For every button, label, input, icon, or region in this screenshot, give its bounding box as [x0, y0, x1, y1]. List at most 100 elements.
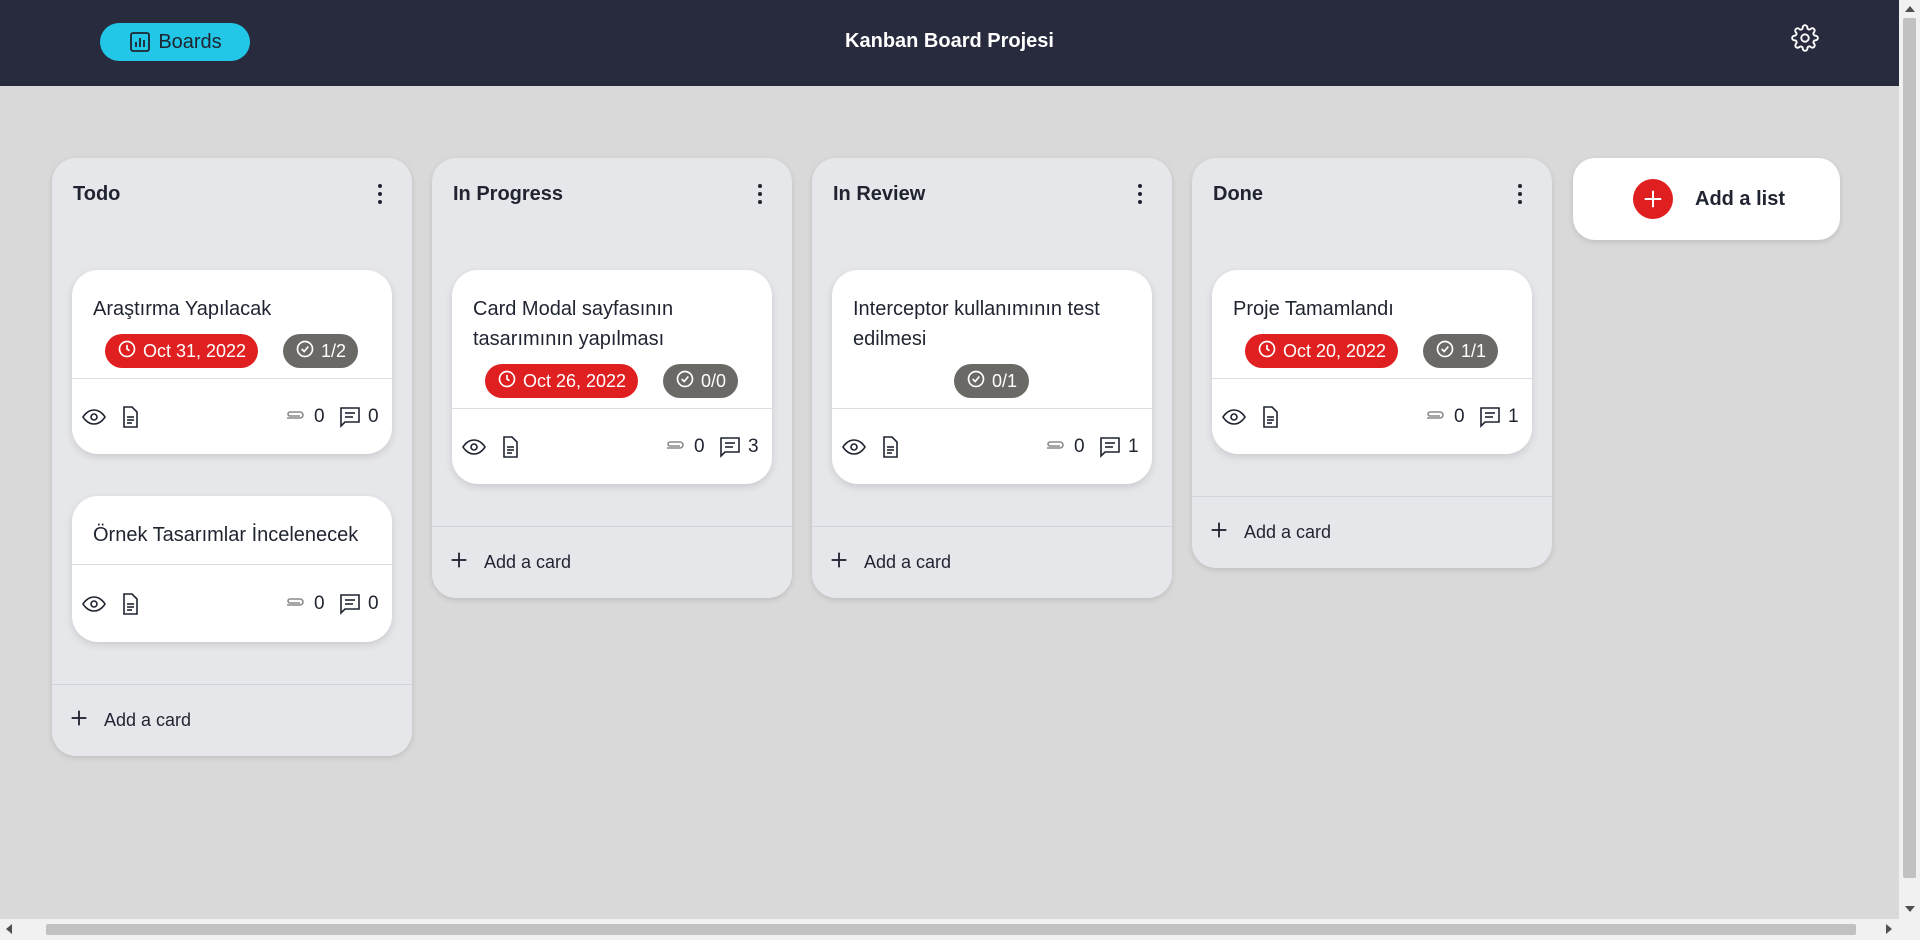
card-list: Card Modal sayfasının tasarımının yapılm… [432, 230, 792, 484]
document-icon[interactable] [118, 592, 142, 616]
comment-count: 3 [748, 435, 759, 457]
attachment-count: 0 [314, 592, 325, 614]
comment-count: 0 [368, 592, 379, 614]
add-card-button[interactable]: Add a card [812, 526, 1172, 598]
card[interactable]: Araştırma Yapılacak Oct 31, 2022 1/2 0 0 [72, 270, 392, 454]
paperclip-icon [284, 592, 308, 616]
card-title: Card Modal sayfasının tasarımının yapılm… [473, 298, 674, 350]
list-todo: Todo Araştırma Yapılacak Oct 31, 2022 1/… [52, 158, 412, 756]
vertical-scrollbar[interactable] [1899, 0, 1920, 940]
paperclip-icon [284, 405, 308, 429]
plus-icon [828, 549, 850, 576]
list-title: In Review [833, 182, 926, 205]
list-in-progress: In Progress Card Modal sayfasının tasarı… [432, 158, 792, 598]
add-card-button[interactable]: Add a card [1192, 496, 1552, 568]
more-vertical-icon[interactable] [368, 180, 392, 208]
add-card-label: Add a card [484, 552, 572, 572]
eye-icon[interactable] [82, 592, 106, 616]
due-date-text: Oct 20, 2022 [1283, 340, 1387, 361]
list-title: Todo [73, 182, 121, 205]
comment-icon [338, 405, 362, 429]
scroll-right-icon[interactable] [1886, 924, 1892, 934]
clock-icon [1257, 339, 1277, 364]
card-footer: 0 3 [452, 408, 772, 484]
card-badges: Oct 31, 2022 1/2 [72, 334, 392, 378]
more-vertical-icon[interactable] [748, 180, 772, 208]
add-card-label: Add a card [104, 710, 192, 730]
checklist-badge: 1/1 [1423, 334, 1499, 368]
gear-icon [1791, 23, 1819, 57]
card-title: Araştırma Yapılacak [93, 298, 272, 320]
plus-icon [68, 707, 90, 734]
top-bar: Boards Kanban Board Projesi [0, 0, 1899, 86]
check-circle-icon [966, 369, 986, 394]
check-circle-icon [1435, 339, 1455, 364]
list-title: Done [1213, 182, 1263, 205]
card-title: Örnek Tasarımlar İncelenecek [93, 524, 359, 546]
list-header: In Review [812, 158, 1172, 230]
card-footer: 0 1 [1212, 378, 1532, 454]
paperclip-icon [1424, 405, 1448, 429]
list-done: Done Proje Tamamlandı Oct 20, 2022 1/1 0… [1192, 158, 1552, 568]
checklist-text: 0/0 [701, 370, 727, 391]
add-card-button[interactable]: Add a card [52, 684, 412, 756]
add-list-button[interactable]: Add a list [1573, 158, 1840, 240]
card[interactable]: Interceptor kullanımının test edilmesi 0… [832, 270, 1152, 484]
checklist-badge: 0/1 [954, 364, 1030, 398]
attachment-count: 0 [1454, 405, 1465, 427]
add-card-label: Add a card [1244, 522, 1332, 542]
page-title: Kanban Board Projesi [845, 30, 1054, 52]
card-list: Araştırma Yapılacak Oct 31, 2022 1/2 0 0… [52, 230, 412, 642]
checklist-text: 1/2 [321, 340, 347, 361]
eye-icon[interactable] [82, 405, 106, 429]
card-footer: 0 0 [72, 378, 392, 454]
card-title: Proje Tamamlandı [1233, 298, 1394, 320]
vertical-scroll-thumb[interactable] [1903, 18, 1916, 878]
list-header: In Progress [432, 158, 792, 230]
more-vertical-icon[interactable] [1128, 180, 1152, 208]
eye-icon[interactable] [462, 435, 486, 459]
scroll-up-icon[interactable] [1905, 6, 1915, 12]
due-date-badge: Oct 20, 2022 [1245, 334, 1399, 368]
card-footer: 0 0 [72, 564, 392, 642]
checklist-badge: 0/0 [663, 364, 739, 398]
scroll-left-icon[interactable] [6, 924, 12, 934]
document-icon[interactable] [878, 435, 902, 459]
settings-button[interactable] [1790, 23, 1820, 57]
paperclip-icon [1044, 435, 1068, 459]
clock-icon [497, 369, 517, 394]
check-circle-icon [295, 339, 315, 364]
list-in-review: In Review Interceptor kullanımının test … [812, 158, 1172, 598]
horizontal-scrollbar[interactable] [0, 919, 1899, 940]
clock-icon [117, 339, 137, 364]
add-list-label: Add a list [1695, 187, 1786, 210]
comment-icon [338, 592, 362, 616]
paperclip-icon [664, 435, 688, 459]
due-date-text: Oct 31, 2022 [143, 340, 247, 361]
list-header: Done [1192, 158, 1552, 230]
card[interactable]: Örnek Tasarımlar İncelenecek 0 0 [72, 496, 392, 642]
horizontal-scroll-thumb[interactable] [46, 924, 1856, 935]
card[interactable]: Proje Tamamlandı Oct 20, 2022 1/1 0 1 [1212, 270, 1532, 454]
checklist-text: 1/1 [1461, 340, 1487, 361]
card-badges: Oct 20, 2022 1/1 [1212, 334, 1532, 378]
document-icon[interactable] [118, 405, 142, 429]
document-icon[interactable] [498, 435, 522, 459]
more-vertical-icon[interactable] [1508, 180, 1532, 208]
eye-icon[interactable] [1222, 405, 1246, 429]
card-badges: Oct 26, 2022 0/0 [452, 364, 772, 408]
card-title: Interceptor kullanımının test edilmesi [853, 298, 1100, 350]
comment-icon [1478, 405, 1502, 429]
add-card-button[interactable]: Add a card [432, 526, 792, 598]
eye-icon[interactable] [842, 435, 866, 459]
plus-icon [1208, 519, 1230, 546]
due-date-badge: Oct 31, 2022 [105, 334, 259, 368]
document-icon[interactable] [1258, 405, 1282, 429]
scroll-down-icon[interactable] [1905, 906, 1915, 912]
add-card-label: Add a card [864, 552, 952, 572]
attachment-count: 0 [314, 405, 325, 427]
list-header: Todo [52, 158, 412, 230]
card[interactable]: Card Modal sayfasının tasarımının yapılm… [452, 270, 772, 484]
plus-circle-icon [1633, 179, 1673, 219]
checklist-text: 0/1 [992, 370, 1018, 391]
